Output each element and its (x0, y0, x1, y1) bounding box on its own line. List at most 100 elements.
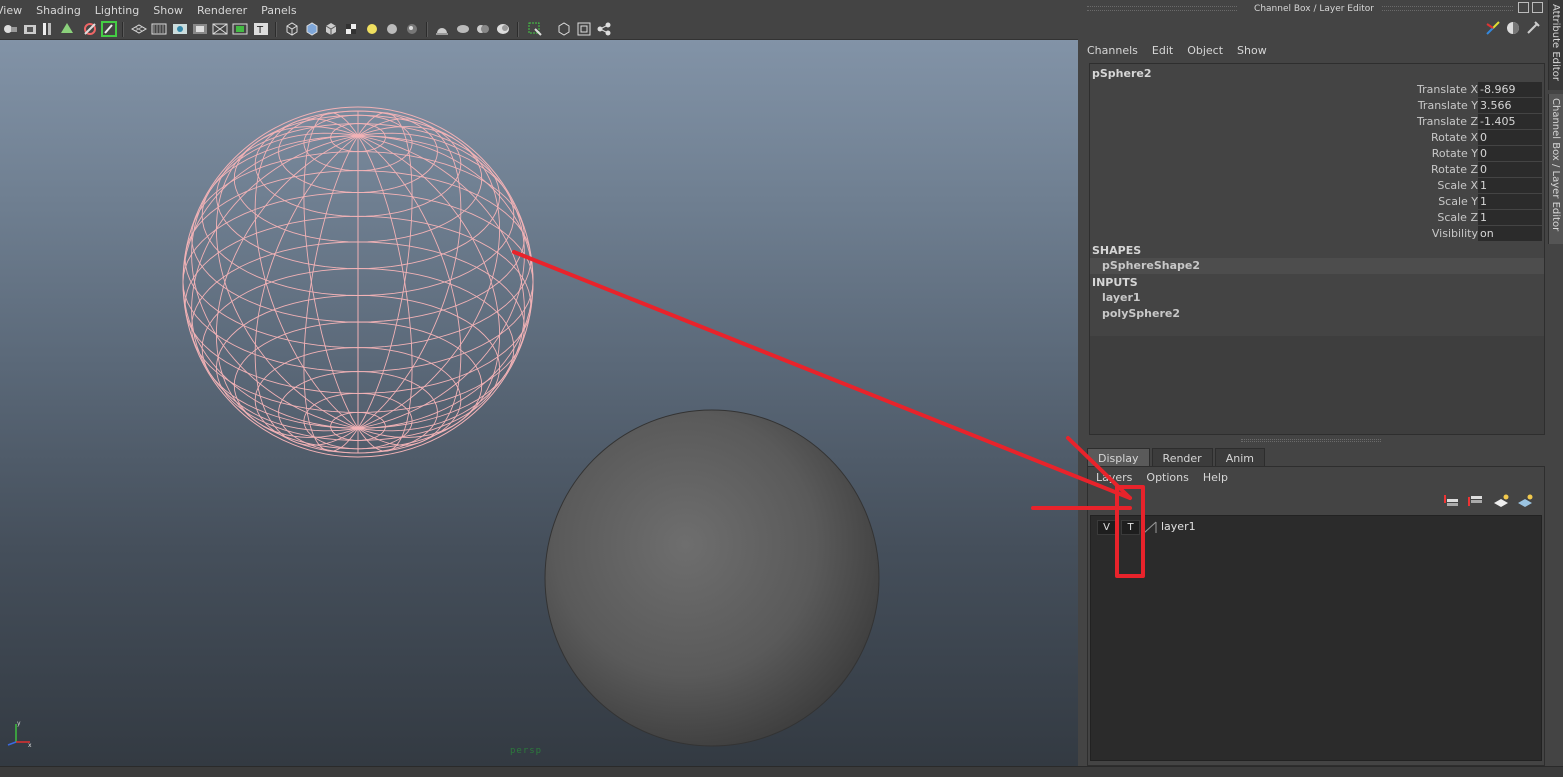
menu-show[interactable]: Show (1237, 44, 1267, 57)
shadows-icon[interactable] (384, 21, 400, 37)
shape-item[interactable]: pSphereShape2 (1090, 258, 1544, 274)
manipulator-icon[interactable] (1485, 20, 1501, 36)
input-item[interactable]: polySphere2 (1090, 306, 1544, 322)
perspective-viewport[interactable]: y x persp (0, 40, 1078, 766)
camera-name-label: persp (510, 746, 543, 756)
attr-row-scale-x[interactable]: Scale X 1 (1090, 178, 1544, 194)
speed-icon[interactable] (1505, 20, 1521, 36)
attr-value-field[interactable]: 1 (1478, 210, 1542, 225)
menu-view[interactable]: View (0, 4, 22, 17)
attr-value-field[interactable]: 1 (1478, 178, 1542, 193)
camera-attributes-icon[interactable] (22, 21, 38, 37)
layer-name[interactable]: layer1 (1161, 520, 1196, 533)
channel-box-content: pSphere2 Translate X -8.969 Translate Y … (1090, 64, 1544, 336)
axis-gizmo-icon: y x (7, 720, 32, 748)
attr-label: Rotate Y (1431, 147, 1478, 160)
xray-joints-icon[interactable] (576, 21, 592, 37)
attr-label: Translate Y (1417, 99, 1478, 112)
motion-blur-icon[interactable] (434, 21, 450, 37)
close-button[interactable] (1532, 2, 1543, 13)
attr-value-field[interactable]: -8.969 (1478, 82, 1542, 97)
textured-icon[interactable] (343, 21, 359, 37)
layer-editor-menubar: Layers Options Help (1096, 471, 1242, 484)
layer-row[interactable]: V T layer1 (1091, 516, 1541, 538)
share-icon[interactable] (596, 21, 612, 37)
side-tab-label: Attribute Editor (1550, 4, 1561, 81)
safe-action-icon[interactable] (232, 21, 248, 37)
menu-layers[interactable]: Layers (1096, 471, 1132, 484)
attr-value-field[interactable]: on (1478, 226, 1542, 241)
resolution-gate-icon[interactable] (172, 21, 188, 37)
attr-row-rotate-x[interactable]: Rotate X 0 (1090, 130, 1544, 146)
screen-space-ao-icon[interactable] (404, 21, 420, 37)
attr-row-rotate-z[interactable]: Rotate Z 0 (1090, 162, 1544, 178)
menu-shading[interactable]: Shading (36, 4, 81, 17)
float-button[interactable] (1518, 2, 1529, 13)
tab-anim[interactable]: Anim (1214, 448, 1265, 467)
attr-value-field[interactable]: -1.405 (1478, 114, 1542, 129)
pin-icon[interactable] (1525, 20, 1541, 36)
select-camera-icon[interactable] (2, 21, 18, 37)
tab-display[interactable]: Display (1087, 448, 1150, 467)
pane-splitter[interactable] (1241, 439, 1381, 442)
shaded-sphere[interactable] (544, 409, 880, 747)
viewport-toolbar: T (0, 19, 1078, 40)
menu-panels[interactable]: Panels (261, 4, 296, 17)
xray-icon[interactable] (527, 21, 543, 37)
menu-show[interactable]: Show (153, 4, 183, 17)
depth-of-field-icon[interactable] (475, 21, 491, 37)
menu-renderer[interactable]: Renderer (197, 4, 247, 17)
move-layer-up-icon[interactable] (1442, 493, 1460, 509)
attr-row-rotate-y[interactable]: Rotate Y 0 (1090, 146, 1544, 162)
menu-help[interactable]: Help (1203, 471, 1228, 484)
move-layer-down-icon[interactable] (1466, 493, 1484, 509)
grease-pencil-icon[interactable] (101, 21, 117, 37)
layer-visibility-toggle[interactable]: V (1097, 520, 1116, 535)
wireframe-sphere[interactable] (182, 106, 534, 458)
safe-title-icon[interactable]: T (253, 21, 269, 37)
tab-channel-box-layer-editor[interactable]: Channel Box / Layer Editor (1548, 94, 1563, 244)
attr-row-visibility[interactable]: Visibility on (1090, 226, 1544, 242)
isolate-select-icon[interactable] (495, 21, 511, 37)
menu-lighting[interactable]: Lighting (95, 4, 139, 17)
channel-box-menubar: Channels Edit Object Show (1087, 41, 1281, 59)
attr-value-field[interactable]: 0 (1478, 162, 1542, 177)
wireframe-icon[interactable] (284, 21, 300, 37)
tab-render[interactable]: Render (1151, 448, 1213, 467)
attr-value-field[interactable]: 3.566 (1478, 98, 1542, 113)
attr-value-field[interactable]: 0 (1478, 130, 1542, 145)
multisample-aa-icon[interactable] (455, 21, 471, 37)
menu-object[interactable]: Object (1187, 44, 1223, 57)
attr-value-field[interactable]: 0 (1478, 146, 1542, 161)
image-plane-icon[interactable] (59, 21, 75, 37)
attr-value-field[interactable]: 1 (1478, 194, 1542, 209)
smooth-shade-icon[interactable] (304, 21, 320, 37)
attr-row-translate-x[interactable]: Translate X -8.969 (1090, 82, 1544, 98)
menu-edit[interactable]: Edit (1152, 44, 1173, 57)
input-item[interactable]: layer1 (1090, 290, 1544, 306)
attr-row-translate-y[interactable]: Translate Y 3.566 (1090, 98, 1544, 114)
use-all-lights-icon[interactable] (364, 21, 380, 37)
menu-channels[interactable]: Channels (1087, 44, 1138, 57)
create-empty-layer-icon[interactable] (1492, 493, 1510, 509)
wireframe-on-shaded-icon[interactable] (323, 21, 339, 37)
bookmark-icon[interactable] (40, 21, 56, 37)
xray-active-icon[interactable] (556, 21, 572, 37)
node-name[interactable]: pSphere2 (1092, 67, 1152, 80)
inputs-header: INPUTS (1092, 276, 1138, 289)
film-gate-icon[interactable] (151, 21, 167, 37)
layer-color-swatch[interactable] (1143, 521, 1157, 534)
attr-row-scale-z[interactable]: Scale Z 1 (1090, 210, 1544, 226)
field-chart-icon[interactable] (212, 21, 228, 37)
attr-row-translate-z[interactable]: Translate Z -1.405 (1090, 114, 1544, 130)
menu-options[interactable]: Options (1146, 471, 1188, 484)
attr-row-scale-y[interactable]: Scale Y 1 (1090, 194, 1544, 210)
tab-attribute-editor[interactable]: Attribute Editor (1548, 0, 1563, 90)
layer-display-type-toggle[interactable]: T (1121, 520, 1140, 535)
grid-icon[interactable] (131, 21, 147, 37)
2d-pan-zoom-icon[interactable] (82, 21, 98, 37)
gate-mask-icon[interactable] (192, 21, 208, 37)
dock-title-bar[interactable]: Channel Box / Layer Editor (1081, 0, 1547, 17)
create-layer-from-selected-icon[interactable] (1516, 493, 1534, 509)
layer-editor-tabs: Display Render Anim (1087, 448, 1267, 467)
